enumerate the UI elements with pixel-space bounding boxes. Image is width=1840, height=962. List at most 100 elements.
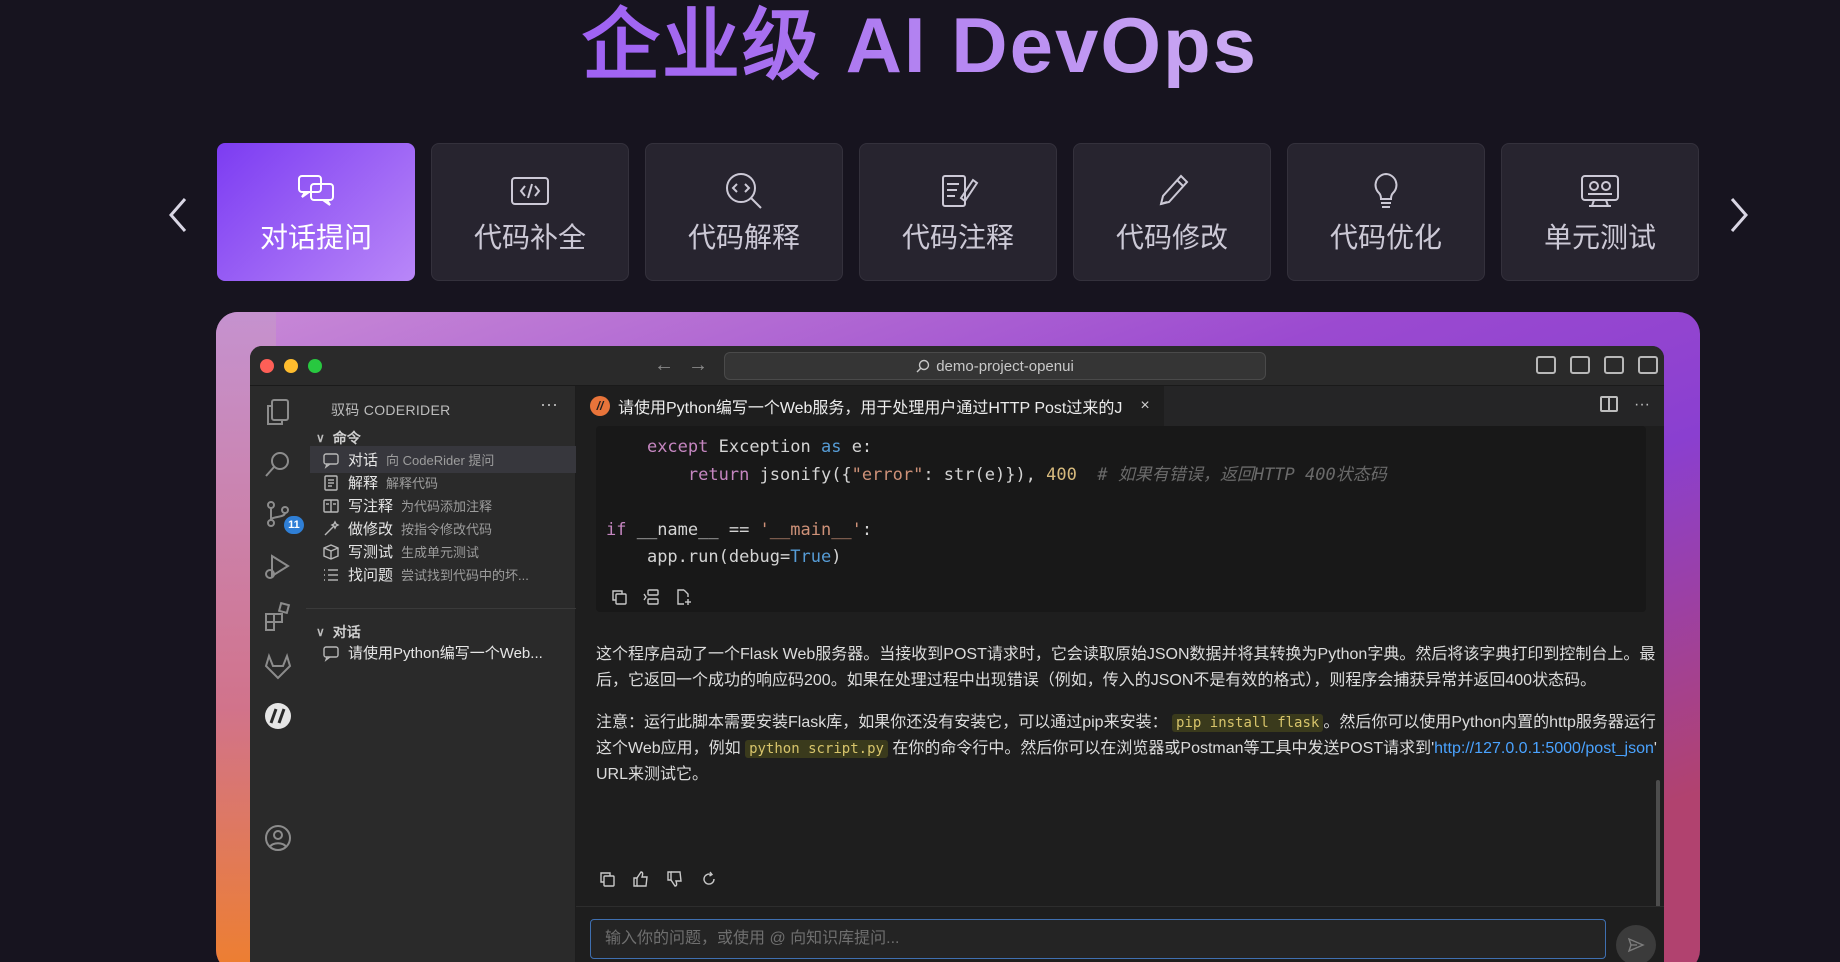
command-desc: 生成单元测试: [401, 545, 480, 560]
window-minimize-button[interactable]: [284, 359, 298, 373]
code-token: 400: [1046, 464, 1077, 485]
command-desc: 按指令修改代码: [401, 522, 493, 537]
toggle-secondary-sidebar-icon[interactable]: [1604, 356, 1624, 374]
layout-controls: [1536, 356, 1658, 374]
columns-icon: [322, 497, 340, 515]
carousel-prev-button[interactable]: [158, 190, 198, 240]
window-maximize-button[interactable]: [308, 359, 322, 373]
code-token: as: [820, 437, 842, 457]
editor-tab-title: 请使用Python编写一个Web服务，用于处理用户通过HTTP Post过来的J: [618, 400, 1123, 417]
ide-window: ← → demo-project-openui 11 驭码 CODERIDER …: [250, 346, 1664, 962]
chevron-down-icon: ∨: [316, 625, 325, 639]
window-close-button[interactable]: [260, 359, 274, 373]
tab-unit-test[interactable]: 单元测试: [1501, 143, 1699, 281]
command-name: 对话: [348, 452, 379, 469]
tab-label: 代码解释: [687, 222, 800, 253]
tab-code-completion[interactable]: 代码补全: [431, 143, 629, 281]
command-item-find-issues[interactable]: 找问题 尝试找到代码中的坏...: [310, 561, 580, 588]
editor-more-button[interactable]: ···: [1634, 396, 1650, 414]
answer-paragraph: 注意：运行此脚本需要安装Flask库，如果你还没有安装它，可以通过pip来安装：…: [596, 710, 1658, 788]
source-control-icon[interactable]: 11: [262, 498, 304, 534]
assistant-answer: 这个程序启动了一个Flask Web服务器。当接收到POST请求时，它会读取原始…: [596, 642, 1658, 804]
toggle-primary-sidebar-icon[interactable]: [1536, 356, 1556, 374]
inline-code: pip install flask: [1172, 714, 1324, 732]
cube-icon: [322, 543, 340, 561]
tab-chat[interactable]: 对话提问: [217, 143, 415, 281]
code-token: "error": [851, 464, 924, 485]
code-token: app.run(debug=: [646, 547, 791, 567]
editor-actions: ···: [1600, 396, 1650, 414]
history-nav: ← →: [654, 354, 708, 377]
code-content: except Exception as e: return jsonify({"…: [606, 434, 1387, 572]
command-desc: 解释代码: [386, 476, 439, 491]
sidebar-more-button[interactable]: ···: [540, 394, 558, 415]
code-token: :: [861, 519, 873, 540]
regenerate-icon[interactable]: [700, 870, 718, 888]
chat-input[interactable]: [590, 919, 1606, 959]
activity-bar: 11: [250, 386, 306, 962]
send-button[interactable]: [1616, 925, 1656, 962]
extensions-icon[interactable]: [262, 600, 294, 632]
commands-section-header[interactable]: ∨ 命令: [316, 428, 361, 448]
chat-history-icon: [322, 644, 340, 662]
tab-code-modify[interactable]: 代码修改: [1073, 143, 1271, 281]
coderider-icon[interactable]: [262, 700, 294, 732]
tab-close-button[interactable]: ×: [1140, 397, 1149, 415]
tab-code-explain[interactable]: 代码解释: [645, 143, 843, 281]
copy-answer-icon[interactable]: [598, 870, 616, 888]
answer-link[interactable]: http://127.0.0.1:5000/post_json: [1434, 740, 1654, 757]
tab-code-optimize[interactable]: 代码优化: [1287, 143, 1485, 281]
code-token: except: [646, 437, 709, 457]
code-brackets-icon: [507, 168, 553, 214]
code-search-icon: [721, 168, 767, 214]
customize-layout-icon[interactable]: [1638, 356, 1658, 374]
pencil-icon: [1149, 168, 1195, 214]
answer-text: 在你的命令行中。然后你可以在浏览器或Postman等工具中发送POST请求到': [892, 740, 1435, 757]
code-token: e:: [841, 437, 873, 457]
run-debug-icon[interactable]: [262, 550, 294, 582]
carousel-next-button[interactable]: [1719, 190, 1759, 240]
code-token: Exception: [708, 437, 821, 457]
sidebar-title: 驭码 CODERIDER: [331, 402, 451, 418]
answer-text: 注意：运行此脚本需要安装Flask库，如果你还没有安装它，可以通过pip来安装：: [596, 714, 1168, 731]
search-icon[interactable]: [262, 448, 294, 480]
editor-tab-active[interactable]: // 请使用Python编写一个Web服务，用于处理用户通过HTTP Post过…: [576, 386, 1164, 426]
thumbs-down-icon[interactable]: [666, 870, 684, 888]
chevron-down-icon: ∨: [316, 431, 325, 445]
forward-arrow-icon[interactable]: →: [688, 354, 708, 377]
tab-code-comment[interactable]: 代码注释: [859, 143, 1057, 281]
code-token: __name__ ==: [626, 519, 760, 540]
code-token: jsonify({: [749, 464, 852, 485]
book-icon: [322, 474, 340, 492]
code-token: True: [790, 547, 832, 567]
split-editor-icon[interactable]: [1600, 396, 1619, 412]
command-desc: 尝试找到代码中的坏...: [401, 568, 529, 583]
code-token: return: [687, 464, 750, 485]
list-icon: [322, 566, 340, 584]
copy-code-icon[interactable]: [610, 588, 628, 606]
edit-note-icon: [935, 168, 981, 214]
chat-icon: [322, 451, 340, 469]
explorer-icon[interactable]: [262, 396, 294, 428]
account-icon[interactable]: [262, 822, 294, 854]
back-arrow-icon[interactable]: ←: [654, 354, 674, 377]
chat-history-item[interactable]: 请使用Python编写一个Web...: [310, 639, 580, 666]
tab-label: 对话提问: [259, 222, 372, 253]
chat-input-area: [576, 906, 1664, 962]
chat-bubbles-icon: [293, 168, 339, 214]
gitlab-icon[interactable]: [262, 650, 294, 682]
command-desc: 向 CodeRider 提问: [386, 453, 495, 468]
chevron-left-icon: [169, 198, 187, 232]
editor-tab-bar: // 请使用Python编写一个Web服务，用于处理用户通过HTTP Post过…: [576, 386, 1664, 426]
toggle-panel-icon[interactable]: [1570, 356, 1590, 374]
command-name: 找问题: [348, 567, 394, 584]
insert-code-icon[interactable]: [642, 588, 660, 606]
wand-icon: [322, 519, 340, 538]
command-name: 解释: [348, 475, 379, 492]
source-control-badge: 11: [284, 516, 304, 534]
new-file-icon[interactable]: [674, 588, 692, 606]
thumbs-up-icon[interactable]: [632, 870, 650, 888]
test-monitor-icon: [1577, 168, 1623, 214]
command-center-search[interactable]: demo-project-openui: [724, 352, 1266, 380]
code-comment: # 如果有错误，返回HTTP 400状态码: [1097, 464, 1387, 485]
